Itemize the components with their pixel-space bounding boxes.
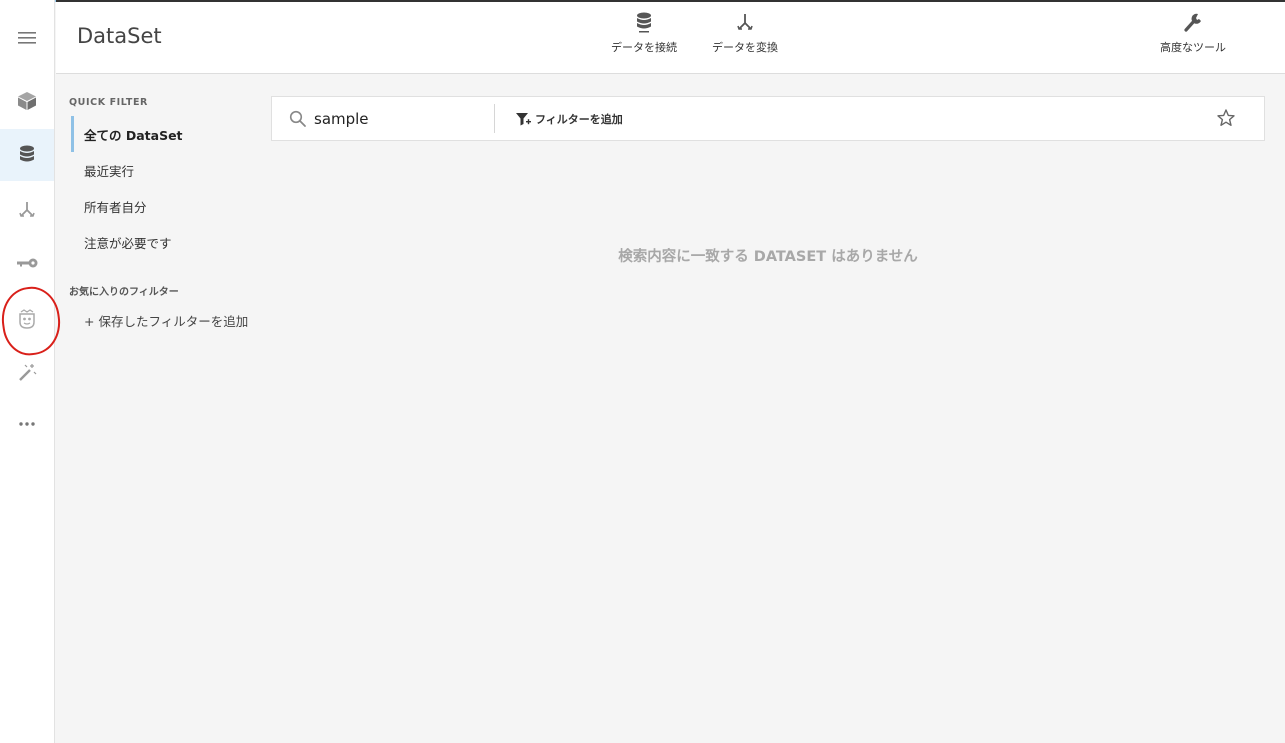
- rail-item-robot[interactable]: [0, 293, 54, 345]
- transform-icon: [737, 14, 753, 30]
- advanced-tools-button[interactable]: 高度なツール: [1160, 12, 1226, 64]
- filter-add-icon: [516, 112, 531, 125]
- magic-wand-icon: [19, 364, 37, 381]
- quick-filter-needs-attention[interactable]: 注意が必要です: [71, 224, 251, 260]
- empty-results-message: 検索内容に一致する DATASET はありません: [618, 249, 918, 265]
- rail-item-key[interactable]: [0, 237, 54, 289]
- quick-filter-recent[interactable]: 最近実行: [71, 152, 251, 188]
- add-filter-label: フィルターを追加: [535, 113, 623, 126]
- menu-icon: [18, 32, 36, 44]
- favorite-filters-heading: お気に入りのフィルター: [69, 287, 179, 298]
- add-filter-button[interactable]: フィルターを追加: [515, 110, 623, 128]
- transform-data-label: データを変換: [712, 41, 778, 54]
- search-bar: フィルターを追加: [271, 96, 1265, 141]
- star-icon[interactable]: [1216, 108, 1236, 128]
- page-title: DataSet: [77, 24, 162, 48]
- rail-item-magic[interactable]: [0, 346, 54, 398]
- more-icon: [19, 422, 35, 426]
- rail-item-datasets[interactable]: [0, 129, 54, 181]
- transform-data-button[interactable]: データを変換: [712, 12, 778, 64]
- wrench-icon: [1184, 13, 1201, 32]
- advanced-tools-label: 高度なツール: [1160, 41, 1226, 54]
- search-divider: [494, 104, 495, 133]
- database-icon: [637, 12, 651, 33]
- rail-item-cube[interactable]: [0, 75, 54, 127]
- rail-item-more[interactable]: [0, 398, 54, 450]
- database-icon: [20, 145, 34, 162]
- top-header: DataSet データを接続 データを変換 高度なツール: [56, 2, 1285, 74]
- connect-data-label: データを接続: [611, 41, 677, 54]
- search-icon: [289, 110, 306, 127]
- search-input[interactable]: [314, 105, 489, 133]
- quick-filter-all-datasets[interactable]: 全ての DataSet: [71, 116, 251, 152]
- quick-filter-owned-by-me[interactable]: 所有者自分: [71, 188, 251, 224]
- robot-icon: [19, 309, 35, 329]
- menu-button[interactable]: [0, 12, 54, 64]
- key-icon: [17, 258, 38, 268]
- rail-item-transform[interactable]: [0, 184, 54, 236]
- transform-icon: [19, 202, 35, 217]
- cube-icon: [18, 92, 36, 110]
- connect-data-button[interactable]: データを接続: [611, 12, 677, 64]
- quick-filter-heading: QUICK FILTER: [69, 97, 148, 108]
- left-nav-rail: [0, 0, 55, 743]
- add-saved-filter-link[interactable]: + 保存したフィルターを追加: [84, 311, 248, 330]
